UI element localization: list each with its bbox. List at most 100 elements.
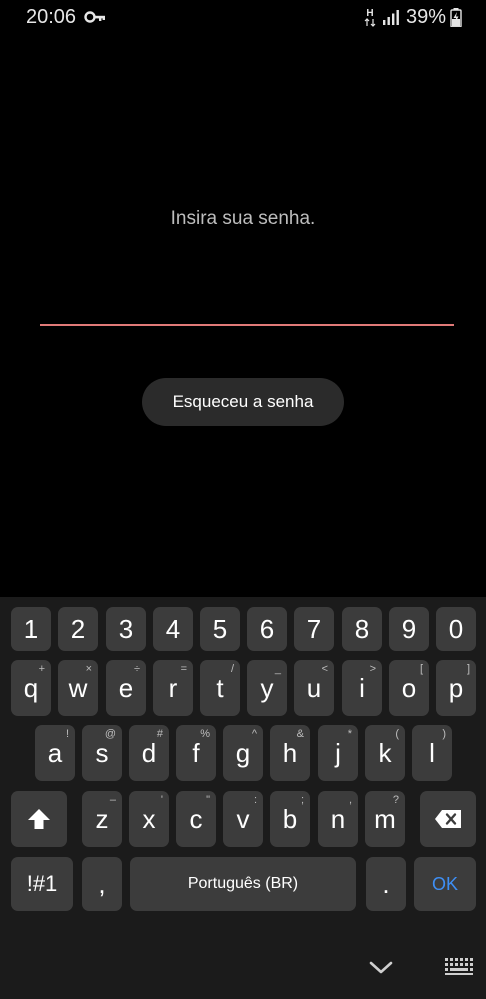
key-q[interactable]: + q [11, 660, 51, 716]
key-3[interactable]: 3 [106, 607, 146, 651]
key-label: o [401, 673, 417, 703]
key-0[interactable]: 0 [436, 607, 476, 651]
key-label: l [429, 738, 435, 768]
backspace-key[interactable] [420, 791, 476, 847]
key-k[interactable]: (k [365, 725, 405, 781]
mobile-data-icon: H [364, 7, 376, 27]
key-f[interactable]: % f [176, 725, 216, 781]
battery-percent: 39% [406, 6, 447, 28]
key-8[interactable]: 8 [342, 607, 382, 651]
key-label: g [235, 738, 251, 768]
key-u[interactable]: < u [294, 660, 334, 716]
key-label: . [382, 869, 390, 899]
key-y[interactable]: _ y [247, 660, 287, 716]
key-label: q [23, 673, 39, 703]
key-label: 9 [401, 614, 417, 644]
key-label: c [189, 804, 203, 834]
password-field[interactable] [40, 290, 454, 326]
ok-key[interactable]: OK [414, 857, 476, 911]
key-icon [84, 10, 106, 24]
key-label: e [118, 673, 134, 703]
key-label: 7 [306, 614, 322, 644]
key-label: j [335, 738, 341, 768]
hide-keyboard-icon[interactable] [366, 954, 396, 980]
key-label: f [192, 738, 200, 768]
key-label: u [306, 673, 322, 703]
key-label: d [141, 738, 157, 768]
key-5[interactable]: 5 [200, 607, 240, 651]
key-i[interactable]: > i [342, 660, 382, 716]
key-l[interactable]: ) l [412, 725, 452, 781]
key-e[interactable]: ÷ e [106, 660, 146, 716]
key-label: 6 [259, 614, 275, 644]
key-a[interactable]: ! a [35, 725, 75, 781]
key-label: w [68, 673, 88, 703]
key-m[interactable]: ? m [365, 791, 405, 847]
key-label: r [168, 673, 178, 703]
shift-icon [28, 809, 50, 829]
key-label: !#1 [26, 871, 58, 896]
key-label: 2 [70, 614, 86, 644]
key-label: 1 [23, 614, 39, 644]
key-r[interactable]: = r [153, 660, 193, 716]
backspace-icon [435, 810, 461, 828]
period-key[interactable]: . [366, 857, 406, 911]
key-label: v [236, 804, 250, 834]
key-d[interactable]: # d [129, 725, 169, 781]
key-j[interactable]: * j [318, 725, 358, 781]
key-c[interactable]: " c [176, 791, 216, 847]
key-g[interactable]: ^ g [223, 725, 263, 781]
key-s[interactable]: @ s [82, 725, 122, 781]
key-9[interactable]: 9 [389, 607, 429, 651]
key-o[interactable]: [o [389, 660, 429, 716]
forgot-password-button[interactable]: Esqueceu a senha [142, 378, 344, 426]
key-1[interactable]: 1 [11, 607, 51, 651]
key-label: s [95, 738, 109, 768]
space-key[interactable]: Português (BR) [130, 857, 356, 911]
status-time: 20:06 [26, 6, 77, 28]
key-label: z [95, 804, 109, 834]
navigation-bar [0, 939, 486, 999]
signal-icon [382, 9, 400, 25]
symbols-key[interactable]: !#1 [11, 857, 73, 911]
key-2[interactable]: 2 [58, 607, 98, 651]
key-7[interactable]: 7 [294, 607, 334, 651]
key-label: 0 [448, 614, 464, 644]
key-w[interactable]: × w [58, 660, 98, 716]
key-label: k [378, 738, 392, 768]
key-label: , [98, 869, 106, 899]
key-label: p [448, 673, 464, 703]
key-label: x [142, 804, 156, 834]
key-label: h [282, 738, 298, 768]
key-t[interactable]: / t [200, 660, 240, 716]
battery-charging-icon [450, 8, 462, 28]
key-6[interactable]: 6 [247, 607, 287, 651]
password-prompt: Insira sua senha. [170, 208, 316, 229]
key-label: 8 [354, 614, 370, 644]
key-n[interactable]: ,n [318, 791, 358, 847]
key-label: 5 [212, 614, 228, 644]
key-p[interactable]: ] p [436, 660, 476, 716]
key-x[interactable]: ' x [129, 791, 169, 847]
key-label: Português (BR) [187, 875, 299, 892]
key-label: 4 [165, 614, 181, 644]
key-b[interactable]: ; b [270, 791, 310, 847]
lock-screen: 20:06 H 39% Insira sua senha. Esqueceu a… [0, 0, 486, 999]
network-type-label: H [366, 8, 373, 19]
key-label: n [330, 804, 346, 834]
key-label: a [47, 738, 63, 768]
shift-key[interactable] [11, 791, 67, 847]
key-h[interactable]: & h [270, 725, 310, 781]
key-label: m [374, 804, 396, 834]
key-z[interactable]: – z [82, 791, 122, 847]
key-label: OK [431, 874, 458, 894]
comma-key[interactable]: , [82, 857, 122, 911]
key-label: y [260, 673, 274, 703]
status-bar: 20:06 H 39% [0, 0, 486, 36]
keyboard-switch-icon[interactable] [444, 957, 474, 977]
key-4[interactable]: 4 [153, 607, 193, 651]
key-label: i [359, 673, 365, 703]
key-v[interactable]: :v [223, 791, 263, 847]
key-label: t [216, 673, 224, 703]
key-label: 3 [118, 614, 134, 644]
